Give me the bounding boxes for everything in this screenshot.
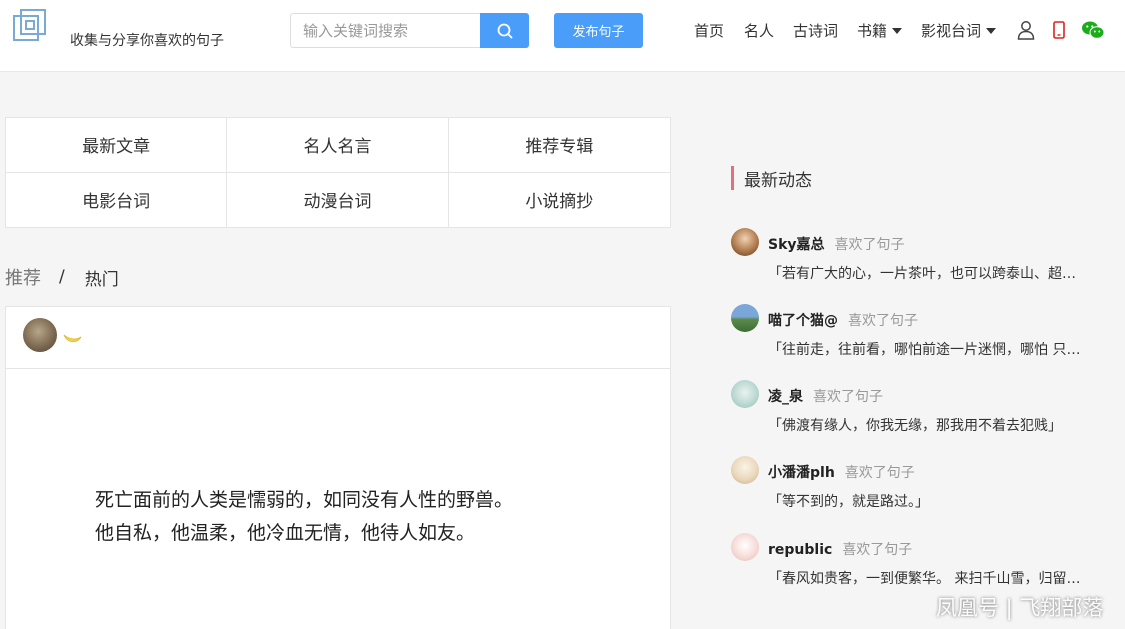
sidebar-title: 最新动态 [731,166,812,191]
avatar[interactable] [731,304,759,332]
activity-username: 喵了个猫@ [768,313,838,329]
category-anime-lines[interactable]: 动漫台词 [227,172,449,227]
avatar[interactable] [731,380,759,408]
tab-hot[interactable]: 热门 [85,265,119,290]
nav-film-quotes[interactable]: 影视台词 [921,20,997,41]
nav-ancient-poetry[interactable]: 古诗词 [793,20,838,41]
nav-label: 古诗词 [793,22,839,40]
avatar[interactable] [731,456,759,484]
quote-line: 他自私，他温柔，他冷血无情，他待人如友。 [95,522,476,544]
activity-action: 喜欢了句子 [844,465,915,481]
activity-user[interactable]: 喵了个猫@ 喜欢了句子 [768,310,918,330]
nav-celebrities[interactable]: 名人 [744,20,774,41]
search-icon [497,23,512,38]
moon-badge-icon [62,329,82,349]
avatar[interactable] [731,228,759,256]
avatar[interactable] [731,533,759,561]
chevron-down-icon [986,27,997,34]
nav-home[interactable]: 首页 [694,20,724,41]
site-logo-icon[interactable] [12,8,48,44]
category-latest-articles[interactable]: 最新文章 [6,118,228,173]
activity-username: republic [768,542,833,558]
activity-user[interactable]: 小潘潘plh 喜欢了句子 [768,462,915,482]
feed-tabs: 推荐 / 热门 [5,264,119,290]
activity-user[interactable]: Sky嘉总 喜欢了句子 [768,234,905,254]
category-novel-excerpts[interactable]: 小说摘抄 [449,173,670,228]
watermark: 凤凰号 | 飞翔部落 [936,596,1104,620]
post-card-header [6,307,670,369]
activity-username: 小潘潘plh [768,465,835,481]
category-movie-lines[interactable]: 电影台词 [6,172,228,227]
activity-quote[interactable]: 「等不到的，就是路过。」 [768,491,1118,511]
nav-label: 首页 [694,22,725,40]
nav-books[interactable]: 书籍 [857,20,903,41]
activity-user[interactable]: republic 喜欢了句子 [768,539,912,559]
activity-action: 喜欢了句子 [848,313,918,329]
search-button[interactable] [480,13,529,48]
post-card: 死亡面前的人类是懦弱的，如同没有人性的野兽。 他自私，他温柔，他冷血无情，他待人… [5,306,671,629]
user-icon[interactable] [1016,19,1036,41]
activity-action: 喜欢了句子 [813,389,883,405]
activity-user[interactable]: 凌_泉 喜欢了句子 [768,386,883,406]
activity-action: 喜欢了句子 [842,542,913,558]
wechat-icon[interactable] [1081,19,1105,41]
post-quote[interactable]: 死亡面前的人类是懦弱的，如同没有人性的野兽。 他自私，他温柔，他冷血无情，他待人… [95,484,513,550]
tab-recommend[interactable]: 推荐 [5,264,41,290]
activity-quote[interactable]: 「佛渡有缘人，你我无缘，那我用不着去犯贱」 [768,415,1118,435]
category-famous-quotes[interactable]: 名人名言 [227,118,449,173]
nav-label: 名人 [744,22,775,40]
quote-line: 死亡面前的人类是懦弱的，如同没有人性的野兽。 [95,489,514,511]
search-input[interactable] [290,13,481,48]
tab-separator: / [59,267,65,287]
activity-quote[interactable]: 「往前走，往前看，哪怕前途一片迷惘，哪怕 只… [768,339,1118,359]
site-tagline: 收集与分享你喜欢的句子 [70,33,224,49]
activity-username: 凌_泉 [768,389,803,405]
activity-username: Sky嘉总 [768,237,825,253]
nav-label: 影视台词 [921,22,982,40]
activity-quote[interactable]: 「春风如贵客，一到便繁华。 来扫千山雪，归留… [768,568,1118,588]
avatar[interactable] [23,318,57,352]
phone-icon[interactable] [1049,19,1069,41]
site-header: 收集与分享你喜欢的句子 发布句子 首页 名人 古诗词 书籍 影视台词 [0,0,1125,72]
chevron-down-icon [892,27,903,34]
activity-quote[interactable]: 「若有广大的心，一片茶叶，也可以跨泰山、超… [768,263,1118,283]
category-grid: 最新文章 名人名言 推荐专辑 电影台词 动漫台词 小说摘抄 [5,117,671,228]
publish-button[interactable]: 发布句子 [554,13,643,48]
category-recommended-albums[interactable]: 推荐专辑 [448,118,670,173]
activity-action: 喜欢了句子 [834,237,905,253]
nav-label: 书籍 [857,22,888,40]
